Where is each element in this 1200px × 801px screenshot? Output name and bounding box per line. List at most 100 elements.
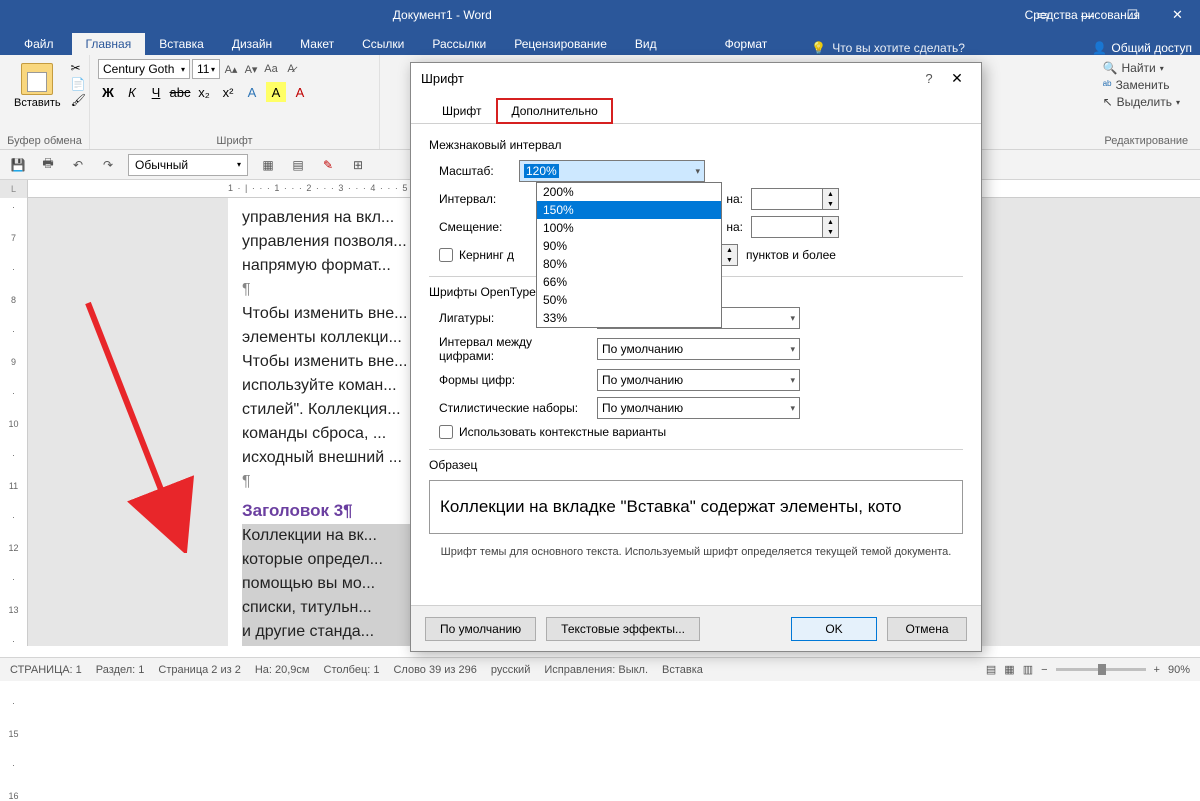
tab-format[interactable]: Формат (711, 33, 782, 55)
italic-button[interactable]: К (122, 82, 142, 102)
scale-combo[interactable]: 120%▾ (519, 160, 705, 182)
scale-option[interactable]: 150% (537, 201, 721, 219)
default-button[interactable]: По умолчанию (425, 617, 536, 641)
replace-button[interactable]: ᵃᵇЗаменить (1103, 78, 1180, 92)
status-page[interactable]: СТРАНИЦА: 1 (10, 664, 82, 676)
qat-btn3[interactable]: ✎ (318, 155, 338, 175)
status-lang[interactable]: русский (491, 664, 530, 676)
dialog-tab-font[interactable]: Шрифт (427, 98, 496, 124)
superscript-button[interactable]: x² (218, 82, 238, 102)
minimize-button[interactable]: — (1065, 0, 1110, 30)
spin-down-icon[interactable]: ▼ (722, 255, 737, 265)
offset-by-spinner[interactable]: ▲▼ (751, 216, 839, 238)
change-case-button[interactable]: Aa (262, 60, 280, 78)
font-name-combo[interactable]: Century Goth▾ (98, 59, 190, 79)
view-print-icon[interactable]: ▦ (1004, 663, 1014, 676)
cancel-button[interactable]: Отмена (887, 617, 967, 641)
qat-btn1[interactable]: ▦ (258, 155, 278, 175)
underline-button[interactable]: Ч (146, 82, 166, 102)
dialog-close-button[interactable]: ✕ (943, 70, 971, 87)
spin-up-icon[interactable]: ▲ (823, 189, 838, 199)
zoom-out-button[interactable]: − (1041, 664, 1047, 676)
ok-button[interactable]: OK (791, 617, 877, 641)
cut-icon[interactable]: ✂ (71, 61, 86, 75)
vertical-ruler[interactable]: ·7·8·9·10·11·12·13·14·15·16 (0, 198, 28, 646)
scale-option[interactable]: 200% (537, 183, 721, 201)
spin-up-icon[interactable]: ▲ (722, 245, 737, 255)
undo-icon[interactable]: ↶ (68, 155, 88, 175)
chevron-down-icon: ▾ (790, 375, 795, 386)
scale-option[interactable]: 90% (537, 237, 721, 255)
scale-option[interactable]: 80% (537, 255, 721, 273)
save-icon[interactable]: 💾 (8, 155, 28, 175)
qat-btn2[interactable]: ▤ (288, 155, 308, 175)
offset-by-input[interactable] (751, 216, 823, 238)
status-words[interactable]: Слово 39 из 296 (393, 664, 476, 676)
paste-button[interactable]: Вставить (8, 59, 67, 113)
scale-option[interactable]: 50% (537, 291, 721, 309)
scale-option[interactable]: 66% (537, 273, 721, 291)
status-section[interactable]: Раздел: 1 (96, 664, 145, 676)
view-web-icon[interactable]: ▥ (1023, 663, 1033, 676)
scale-option[interactable]: 33% (537, 309, 721, 327)
copy-icon[interactable]: 📄 (71, 77, 86, 91)
tab-view[interactable]: Вид (621, 33, 671, 55)
tab-review[interactable]: Рецензирование (500, 33, 621, 55)
interval-by-input[interactable] (751, 188, 823, 210)
text-effects-button[interactable]: A (242, 82, 262, 102)
tab-insert[interactable]: Вставка (145, 33, 218, 55)
status-col[interactable]: Столбец: 1 (324, 664, 380, 676)
zoom-slider[interactable] (1056, 668, 1146, 671)
contextual-checkbox[interactable]: Использовать контекстные варианты (439, 425, 666, 439)
select-button[interactable]: ↖Выделить▾ (1103, 95, 1180, 109)
style-combo[interactable]: Обычный▾ (128, 154, 248, 176)
clear-format-button[interactable]: A̷ (282, 60, 300, 78)
tab-mailings[interactable]: Рассылки (418, 33, 500, 55)
format-painter-icon[interactable]: 🖌 (71, 93, 86, 107)
bold-button[interactable]: Ж (98, 82, 118, 102)
find-button[interactable]: 🔍Найти▾ (1103, 61, 1180, 75)
scale-option[interactable]: 100% (537, 219, 721, 237)
tab-references[interactable]: Ссылки (348, 33, 418, 55)
redo-icon[interactable]: ↷ (98, 155, 118, 175)
dialog-help-button[interactable]: ? (915, 71, 943, 86)
numspacing-combo[interactable]: По умолчанию▾ (597, 338, 800, 360)
section-sample-label: Образец (429, 458, 963, 472)
tab-file[interactable]: Файл (6, 33, 72, 55)
close-button[interactable]: ✕ (1155, 0, 1200, 30)
zoom-in-button[interactable]: + (1154, 664, 1160, 676)
tab-home[interactable]: Главная (72, 33, 146, 55)
font-color-button[interactable]: A (290, 82, 310, 102)
font-size-combo[interactable]: 11▾ (192, 59, 220, 79)
highlight-button[interactable]: A (266, 82, 286, 102)
status-pos[interactable]: На: 20,9см (255, 664, 310, 676)
spin-down-icon[interactable]: ▼ (823, 199, 838, 209)
group-font-label: Шрифт (90, 135, 379, 147)
zoom-level[interactable]: 90% (1168, 664, 1190, 676)
stylistic-combo[interactable]: По умолчанию▾ (597, 397, 800, 419)
tab-design[interactable]: Дизайн (218, 33, 286, 55)
interval-by-spinner[interactable]: ▲▼ (751, 188, 839, 210)
subscript-button[interactable]: x₂ (194, 82, 214, 102)
spin-up-icon[interactable]: ▲ (823, 217, 838, 227)
status-track[interactable]: Исправления: Выкл. (544, 664, 648, 676)
shrink-font-button[interactable]: A▾ (242, 60, 260, 78)
share-button[interactable]: 👤Общий доступ (1092, 41, 1192, 55)
ribbon-options-icon[interactable]: ▭ (1020, 0, 1065, 30)
tell-me[interactable]: 💡Что вы хотите сделать? (811, 41, 965, 55)
kerning-checkbox[interactable]: Кернинг д (439, 248, 514, 262)
status-insert[interactable]: Вставка (662, 664, 703, 676)
strike-button[interactable]: abc (170, 82, 190, 102)
grow-font-button[interactable]: A▴ (222, 60, 240, 78)
view-read-icon[interactable]: ▤ (986, 663, 996, 676)
qat-btn4[interactable]: ⊞ (348, 155, 368, 175)
dialog-titlebar[interactable]: Шрифт ? ✕ (411, 63, 981, 93)
text-effects-button[interactable]: Текстовые эффекты... (546, 617, 700, 641)
maximize-button[interactable]: ☐ (1110, 0, 1155, 30)
print-icon[interactable]: 🖶 (38, 155, 58, 175)
dialog-tab-advanced[interactable]: Дополнительно (496, 98, 612, 124)
status-pageof[interactable]: Страница 2 из 2 (158, 664, 240, 676)
spin-down-icon[interactable]: ▼ (823, 227, 838, 237)
tab-layout[interactable]: Макет (286, 33, 348, 55)
numform-combo[interactable]: По умолчанию▾ (597, 369, 800, 391)
